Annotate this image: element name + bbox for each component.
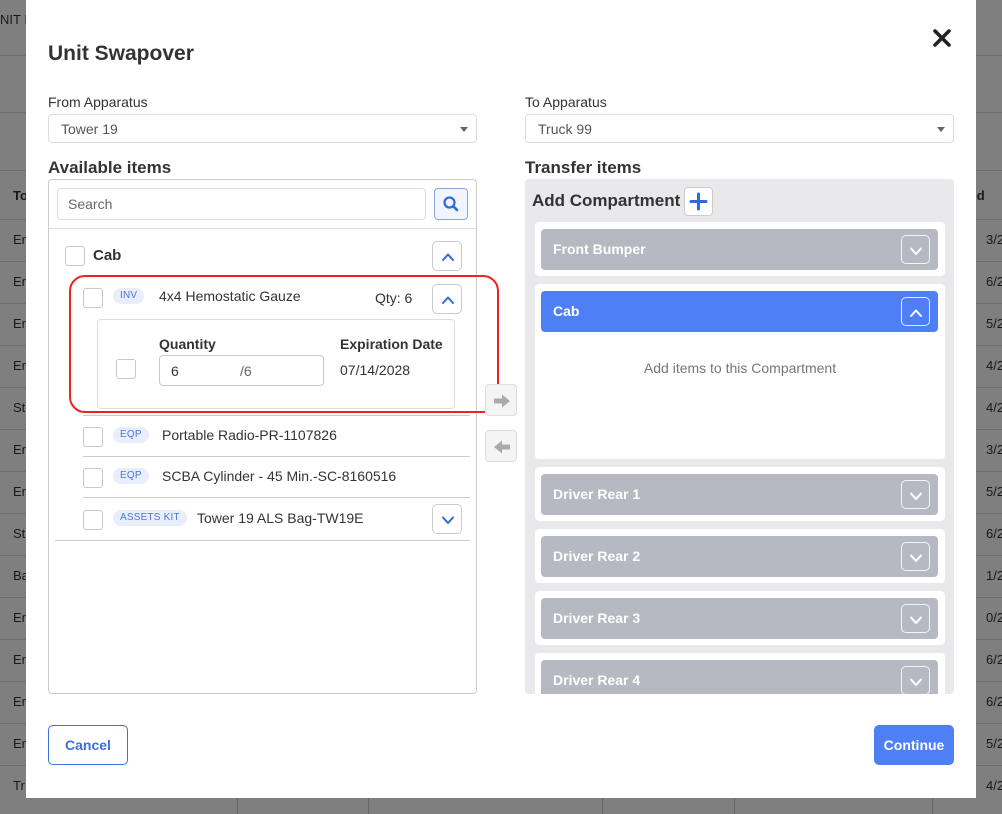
compartment-header[interactable]: Cab: [541, 291, 938, 332]
move-left-button[interactable]: [485, 430, 517, 462]
add-compartment-button[interactable]: [684, 187, 713, 216]
from-apparatus-select[interactable]: Tower 19: [48, 114, 477, 143]
expand-item-button[interactable]: [432, 504, 462, 534]
caret-down-icon: [460, 127, 468, 132]
item-type-badge: INV: [113, 288, 145, 304]
item-name: Portable Radio-PR-1107826: [162, 427, 337, 443]
unit-swapover-modal: Unit Swapover From Apparatus Tower 19 To…: [26, 0, 976, 798]
transfer-items-panel: Add Compartment Front Bumper Cab Add items…: [525, 179, 954, 694]
to-apparatus-value: Truck 99: [538, 121, 592, 137]
to-apparatus-label: To Apparatus: [525, 94, 607, 110]
close-icon[interactable]: [931, 27, 953, 49]
chevron-down-icon: [910, 678, 922, 686]
row-divider: [83, 456, 470, 457]
quantity-input[interactable]: 6 /6: [159, 355, 324, 386]
to-apparatus-select[interactable]: Truck 99: [525, 114, 954, 143]
compartment-name: Driver Rear 3: [553, 610, 641, 626]
item-type-badge: EQP: [113, 427, 149, 443]
chevron-down-icon: [442, 516, 454, 524]
expiration-date-value: 07/14/2028: [340, 362, 411, 378]
compartment-card: Driver Rear 1: [535, 467, 945, 521]
collapse-group-button[interactable]: [432, 241, 462, 271]
search-input[interactable]: [57, 188, 426, 220]
lot-checkbox[interactable]: [116, 359, 136, 379]
row-divider: [55, 540, 470, 541]
chevron-up-icon: [442, 253, 454, 261]
from-apparatus-value: Tower 19: [61, 121, 118, 137]
compartment-card: Driver Rear 2: [535, 529, 945, 583]
available-items-title: Available items: [48, 158, 172, 177]
compartment-name: Driver Rear 4: [553, 672, 641, 688]
item-checkbox[interactable]: [83, 468, 103, 488]
quantity-header: Quantity: [159, 336, 216, 352]
chevron-up-icon: [910, 309, 922, 317]
compartment-toggle-button[interactable]: [901, 297, 930, 326]
compartment-header[interactable]: Driver Rear 1: [541, 474, 938, 515]
compartment-empty-text: Add items to this Compartment: [643, 360, 837, 376]
compartment-header[interactable]: Driver Rear 3: [541, 598, 938, 639]
compartment-header[interactable]: Driver Rear 2: [541, 536, 938, 577]
modal-title: Unit Swapover: [48, 42, 194, 65]
compartment-toggle-button[interactable]: [901, 235, 930, 264]
compartment-toggle-button[interactable]: [901, 542, 930, 571]
chevron-down-icon: [910, 492, 922, 500]
compartment-card: Driver Rear 4: [535, 653, 945, 694]
item-quantity: Qty: 6: [375, 290, 413, 306]
item-name: SCBA Cylinder - 45 Min.-SC-8160516: [162, 468, 397, 484]
arrow-left-icon: [494, 440, 510, 454]
item-checkbox[interactable]: [83, 510, 103, 530]
search-button[interactable]: [434, 188, 468, 220]
compartment-name: Driver Rear 1: [553, 486, 641, 502]
item-checkbox[interactable]: [83, 427, 103, 447]
quantity-max: /6: [240, 363, 252, 379]
compartment-card: Front Bumper: [535, 222, 945, 276]
available-items-panel: Cab INV 4x4 Hemostatic Gauze Qty: 6 Quan…: [48, 179, 477, 694]
compartment-toggle-button[interactable]: [901, 666, 930, 694]
item-name: 4x4 Hemostatic Gauze: [159, 288, 301, 304]
add-compartment-label: Add Compartment: [532, 191, 681, 210]
row-divider: [83, 415, 470, 416]
move-right-button[interactable]: [485, 384, 517, 416]
row-divider: [83, 497, 470, 498]
from-apparatus-label: From Apparatus: [48, 94, 148, 110]
cancel-button[interactable]: Cancel: [48, 725, 128, 765]
caret-down-icon: [937, 127, 945, 132]
compartment-name: Cab: [553, 303, 580, 319]
chevron-down-icon: [910, 616, 922, 624]
expiration-date-header: Expiration Date: [340, 336, 443, 352]
plus-icon: [689, 192, 708, 211]
compartment-toggle-button[interactable]: [901, 480, 930, 509]
arrow-right-icon: [494, 394, 510, 408]
transfer-items-title: Transfer items: [525, 158, 642, 177]
group-checkbox[interactable]: [65, 246, 85, 266]
continue-button[interactable]: Continue: [874, 725, 954, 765]
search-icon: [443, 196, 459, 212]
compartment-header[interactable]: Driver Rear 4: [541, 660, 938, 694]
chevron-down-icon: [910, 247, 922, 255]
item-checkbox[interactable]: [83, 288, 103, 308]
compartment-toggle-button[interactable]: [901, 604, 930, 633]
compartment-name: Front Bumper: [553, 241, 646, 257]
item-detail-box: Quantity Expiration Date 6 /6 07/14/2028: [97, 319, 455, 409]
group-label: Cab: [93, 247, 122, 264]
panel-divider: [49, 228, 476, 229]
collapse-item-button[interactable]: [432, 284, 462, 314]
item-type-badge: ASSETS KIT: [113, 510, 187, 526]
compartment-name: Driver Rear 2: [553, 548, 641, 564]
compartment-header[interactable]: Front Bumper: [541, 229, 938, 270]
item-type-badge: EQP: [113, 468, 149, 484]
compartment-card: Cab Add items to this Compartment: [535, 284, 945, 459]
item-name: Tower 19 ALS Bag-TW19E: [197, 510, 364, 526]
chevron-up-icon: [442, 296, 454, 304]
chevron-down-icon: [910, 554, 922, 562]
compartment-card: Driver Rear 3: [535, 591, 945, 645]
quantity-input-value: 6: [171, 363, 179, 379]
